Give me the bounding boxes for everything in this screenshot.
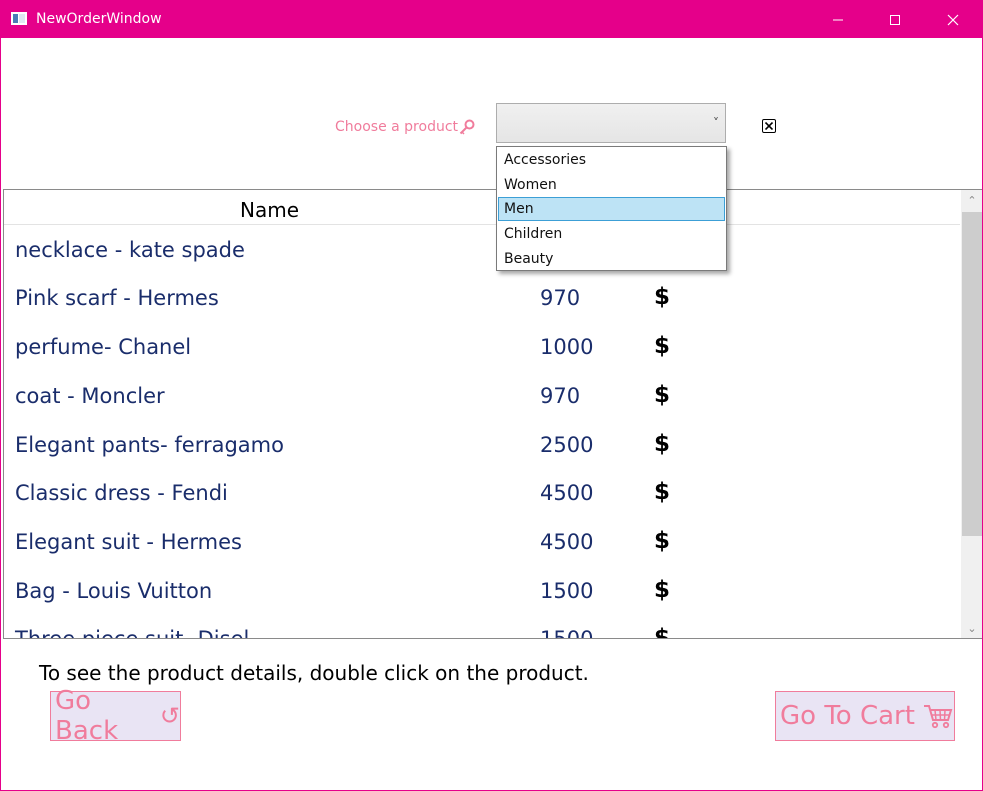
- chevron-up-icon: ⌃: [967, 193, 977, 207]
- product-price: 970: [540, 384, 581, 408]
- go-to-cart-button[interactable]: Go To Cart: [775, 691, 955, 741]
- dropdown-option[interactable]: Accessories: [498, 148, 725, 172]
- product-name: Pink scarf - Hermes: [15, 286, 219, 310]
- currency-symbol: $: [654, 431, 671, 457]
- column-header-name[interactable]: Name: [240, 198, 299, 222]
- scroll-up-button[interactable]: ⌃: [961, 190, 982, 210]
- product-price: 1500: [540, 627, 594, 639]
- product-price: 1000: [540, 335, 594, 359]
- table-row[interactable]: Elegant pants- ferragamo 2500 $: [4, 421, 960, 469]
- refresh-icon: ↺: [159, 702, 180, 730]
- currency-symbol: $: [654, 284, 671, 310]
- close-icon: [947, 14, 959, 25]
- details-hint: To see the product details, double click…: [39, 661, 589, 685]
- table-row[interactable]: Three piece suit- Disel 1500 $: [4, 615, 960, 639]
- product-price: 1500: [540, 579, 594, 603]
- go-back-button[interactable]: Go Back ↺: [50, 686, 181, 746]
- currency-symbol: $: [654, 625, 671, 639]
- currency-symbol: $: [654, 528, 671, 554]
- product-price: 970: [540, 286, 581, 310]
- go-back-label: Go Back: [55, 686, 119, 746]
- currency-symbol: $: [654, 333, 671, 359]
- table-row[interactable]: coat - Moncler 970 $: [4, 372, 960, 420]
- dropdown-option-highlighted[interactable]: Men: [498, 197, 725, 221]
- product-name: Bag - Louis Vuitton: [15, 579, 213, 603]
- minimize-icon: [833, 19, 843, 20]
- close-button[interactable]: [930, 1, 976, 38]
- table-row[interactable]: perfume- Chanel 1000 $: [4, 323, 960, 371]
- currency-symbol: $: [654, 382, 671, 408]
- go-to-cart-label: Go To Cart: [780, 701, 915, 731]
- grid-header: Name: [4, 190, 960, 225]
- dropdown-option[interactable]: Women: [498, 173, 725, 197]
- chevron-down-icon: ⌄: [967, 621, 977, 635]
- product-name: perfume- Chanel: [15, 335, 192, 359]
- table-row[interactable]: Classic dress - Fendi 4500 $: [4, 469, 960, 517]
- shopping-cart-icon: [923, 705, 953, 729]
- products-grid[interactable]: Name necklace - kate spade Pink scarf - …: [3, 189, 982, 639]
- window-title: NewOrderWindow: [36, 11, 162, 27]
- minimize-button[interactable]: [815, 1, 861, 38]
- chevron-down-icon: ˅: [713, 116, 719, 130]
- currency-symbol: $: [654, 479, 671, 505]
- table-row[interactable]: Elegant suit - Hermes 4500 $: [4, 518, 960, 566]
- dropdown-option[interactable]: Children: [498, 222, 725, 246]
- close-icon: [765, 122, 773, 130]
- table-row[interactable]: necklace - kate spade: [4, 226, 960, 274]
- clear-filter-button[interactable]: [762, 119, 776, 133]
- category-dropdown-list[interactable]: Accessories Women Men Children Beauty: [496, 146, 727, 271]
- scroll-down-button[interactable]: ⌄: [961, 618, 982, 638]
- product-name: Elegant pants- ferragamo: [15, 433, 284, 457]
- product-price: 4500: [540, 481, 594, 505]
- table-row[interactable]: Bag - Louis Vuitton 1500 $: [4, 567, 960, 615]
- vertical-scrollbar[interactable]: ⌃ ⌄: [961, 190, 982, 638]
- maximize-icon: [890, 14, 900, 25]
- dropdown-option[interactable]: Beauty: [498, 247, 725, 271]
- currency-symbol: $: [654, 577, 671, 603]
- maximize-button[interactable]: [872, 1, 918, 38]
- title-bar[interactable]: NewOrderWindow: [1, 1, 982, 38]
- scrollbar-thumb[interactable]: [962, 212, 982, 536]
- product-name: Three piece suit- Disel: [15, 627, 250, 639]
- product-name: Elegant suit - Hermes: [15, 530, 242, 554]
- product-price: 2500: [540, 433, 594, 457]
- new-order-window: NewOrderWindow Choose a product ˅ Name n…: [0, 0, 983, 791]
- product-name: Classic dress - Fendi: [15, 481, 228, 505]
- product-name: necklace - kate spade: [15, 238, 245, 262]
- table-row[interactable]: Pink scarf - Hermes 970 $: [4, 274, 960, 322]
- key-icon: [459, 119, 475, 135]
- product-name: coat - Moncler: [15, 384, 165, 408]
- product-category-combobox[interactable]: ˅: [496, 103, 726, 143]
- choose-product-label: Choose a product: [335, 119, 459, 135]
- product-price: 4500: [540, 530, 594, 554]
- app-icon: [11, 12, 27, 25]
